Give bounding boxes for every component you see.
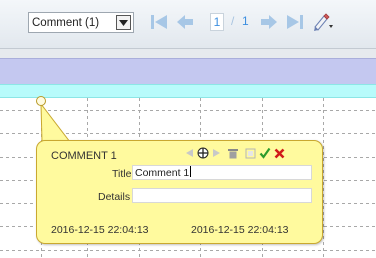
comment-title: COMMENT 1 <box>51 150 117 162</box>
comment-tools <box>185 147 285 159</box>
previous-comment-icon[interactable] <box>185 148 194 158</box>
comment-pin[interactable] <box>36 96 46 106</box>
comment-popup: COMMENT 1 Title Comment 1 Details 2016-1… <box>36 140 323 244</box>
copy-icon[interactable] <box>245 148 256 159</box>
modified-timestamp: 2016-12-15 22:04:13 <box>191 224 289 236</box>
details-field[interactable] <box>132 188 312 203</box>
move-icon[interactable] <box>197 147 209 159</box>
title-label: Title <box>112 168 132 180</box>
title-field[interactable]: Comment 1 <box>132 165 312 180</box>
text-caret <box>190 166 192 177</box>
details-label: Details <box>98 191 131 203</box>
next-comment-icon[interactable] <box>212 148 221 158</box>
delete-icon[interactable] <box>228 148 238 159</box>
accept-icon[interactable] <box>259 147 271 159</box>
title-field-value: Comment 1 <box>135 167 190 179</box>
reject-icon[interactable] <box>274 148 285 159</box>
created-timestamp: 2016-12-15 22:04:13 <box>51 224 149 236</box>
